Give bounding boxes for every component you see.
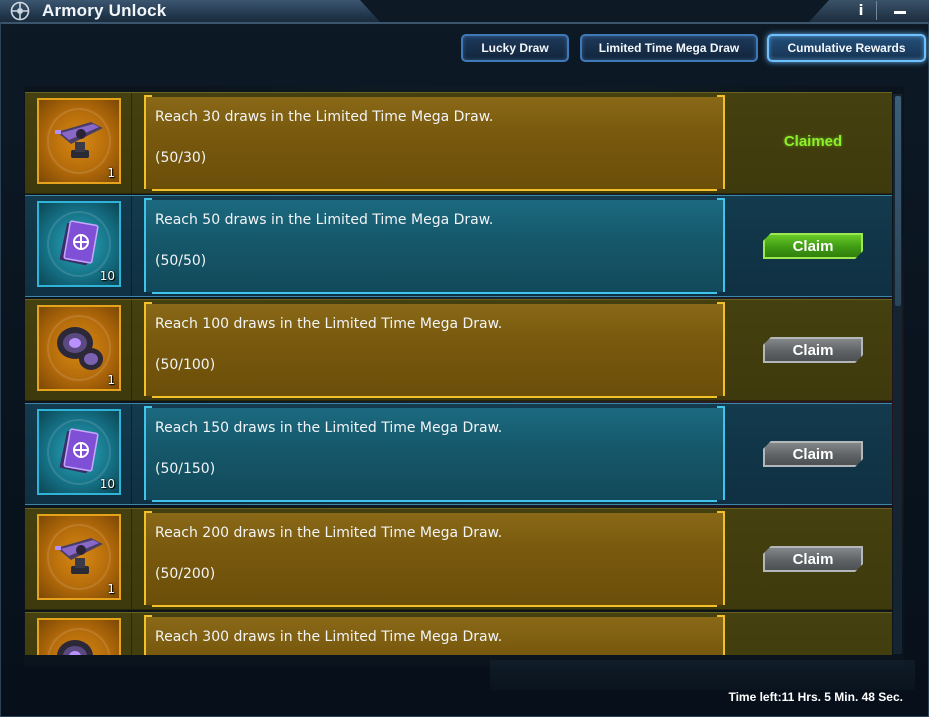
- window-title: Armory Unlock: [42, 1, 167, 20]
- reward-action-cell: Claim: [727, 300, 892, 400]
- tab-lucky-draw-label: Lucky Draw: [481, 41, 549, 55]
- turret-icon: [55, 538, 103, 574]
- reward-description: Reach 30 draws in the Limited Time Mega …: [155, 109, 494, 125]
- turret-icon: [55, 122, 103, 158]
- tab-lucky-draw[interactable]: Lucky Draw: [461, 34, 569, 62]
- scrollbar-thumb[interactable]: [895, 96, 901, 306]
- reward-description-panel: Reach 300 draws in the Limited Time Mega…: [144, 615, 725, 655]
- reward-action-cell: Claimed: [727, 93, 892, 193]
- info-button[interactable]: i: [846, 1, 877, 20]
- reward-item-slot[interactable]: 1: [37, 98, 121, 184]
- reward-progress: (50/30): [155, 150, 207, 166]
- reward-row: 1 Reach 30 draws in the Limited Time Meg…: [25, 92, 892, 194]
- footer-bar: [490, 660, 915, 690]
- reward-description: Reach 150 draws in the Limited Time Mega…: [155, 420, 503, 436]
- claim-button[interactable]: Claim: [763, 441, 863, 467]
- reward-row: 10 Reach 150 draws in the Limited Time M…: [25, 403, 892, 505]
- reward-row: 1 Reach 100 draws in the Limited Time Me…: [25, 299, 892, 401]
- reward-description: Reach 100 draws in the Limited Time Mega…: [155, 316, 503, 332]
- thruster-icon: [57, 640, 93, 655]
- reward-item-slot[interactable]: 10: [37, 409, 121, 495]
- claim-button[interactable]: Claim: [763, 337, 863, 363]
- tab-limited-time-mega-draw-label: Limited Time Mega Draw: [598, 41, 740, 55]
- reward-progress: (50/100): [155, 357, 216, 373]
- reward-description-panel: Reach 150 draws in the Limited Time Mega…: [144, 406, 725, 502]
- reward-quantity: 10: [99, 477, 115, 491]
- blueprint-card-icon: [59, 220, 99, 266]
- thruster-icon: [57, 327, 103, 370]
- claim-button-label: Claim: [792, 445, 834, 463]
- reward-description-panel: Reach 50 draws in the Limited Time Mega …: [144, 198, 725, 294]
- reward-description-panel: Reach 30 draws in the Limited Time Mega …: [144, 95, 725, 191]
- reward-item-slot[interactable]: [37, 618, 121, 655]
- tab-cumulative-rewards-label: Cumulative Rewards: [787, 41, 906, 55]
- reward-icon-cell: 1: [25, 509, 132, 609]
- reward-description: Reach 200 draws in the Limited Time Mega…: [155, 525, 503, 541]
- tab-limited-time-mega-draw[interactable]: Limited Time Mega Draw: [580, 34, 758, 62]
- reward-item-slot[interactable]: 1: [37, 305, 121, 391]
- reward-row: 1 Reach 200 draws in the Limited Time Me…: [25, 508, 892, 610]
- reward-description-panel: Reach 100 draws in the Limited Time Mega…: [144, 302, 725, 398]
- reward-list: 1 Reach 30 draws in the Limited Time Meg…: [25, 92, 892, 655]
- reward-row: Reach 300 draws in the Limited Time Mega…: [25, 612, 892, 655]
- reward-action-cell: Claim: [727, 196, 892, 296]
- claim-button[interactable]: Claim: [763, 546, 863, 572]
- reward-icon-cell: 10: [25, 196, 132, 296]
- reward-progress: (50/50): [155, 253, 207, 269]
- reward-icon-cell: 1: [25, 300, 132, 400]
- reward-icon-cell: [25, 613, 132, 655]
- reward-icon-cell: 1: [25, 93, 132, 193]
- reward-action-cell: Claim: [727, 404, 892, 504]
- reward-progress: (50/150): [155, 461, 216, 477]
- reward-quantity: 1: [107, 582, 115, 596]
- tab-cumulative-rewards[interactable]: Cumulative Rewards: [767, 34, 926, 62]
- claim-button-label: Claim: [792, 237, 834, 255]
- info-icon: i: [858, 2, 864, 19]
- claim-button-label: Claim: [792, 550, 834, 568]
- reward-description: Reach 300 draws in the Limited Time Mega…: [155, 629, 503, 645]
- reward-action-cell: Claim: [727, 509, 892, 609]
- reward-row: 10 Reach 50 draws in the Limited Time Me…: [25, 195, 892, 297]
- claimed-status: Claimed: [783, 133, 843, 150]
- emblem-icon: [10, 1, 30, 21]
- claim-button[interactable]: Claim: [763, 233, 863, 259]
- minimize-icon: [894, 11, 906, 14]
- claim-button-label: Claim: [792, 341, 834, 359]
- blueprint-card-icon: [59, 428, 99, 474]
- reward-item-slot[interactable]: 10: [37, 201, 121, 287]
- reward-description: Reach 50 draws in the Limited Time Mega …: [155, 212, 494, 228]
- minimize-button[interactable]: [885, 1, 915, 20]
- armory-unlock-window: Armory Unlock i Lucky Draw Limited Time …: [0, 0, 929, 717]
- reward-icon-cell: 10: [25, 404, 132, 504]
- reward-quantity: 1: [107, 166, 115, 180]
- time-left-label: Time left:11 Hrs. 5 Min. 48 Sec.: [728, 690, 903, 704]
- reward-description-panel: Reach 200 draws in the Limited Time Mega…: [144, 511, 725, 607]
- reward-progress: (50/200): [155, 566, 216, 582]
- reward-item-slot[interactable]: 1: [37, 514, 121, 600]
- reward-quantity: 1: [107, 373, 115, 387]
- reward-quantity: 10: [99, 269, 115, 283]
